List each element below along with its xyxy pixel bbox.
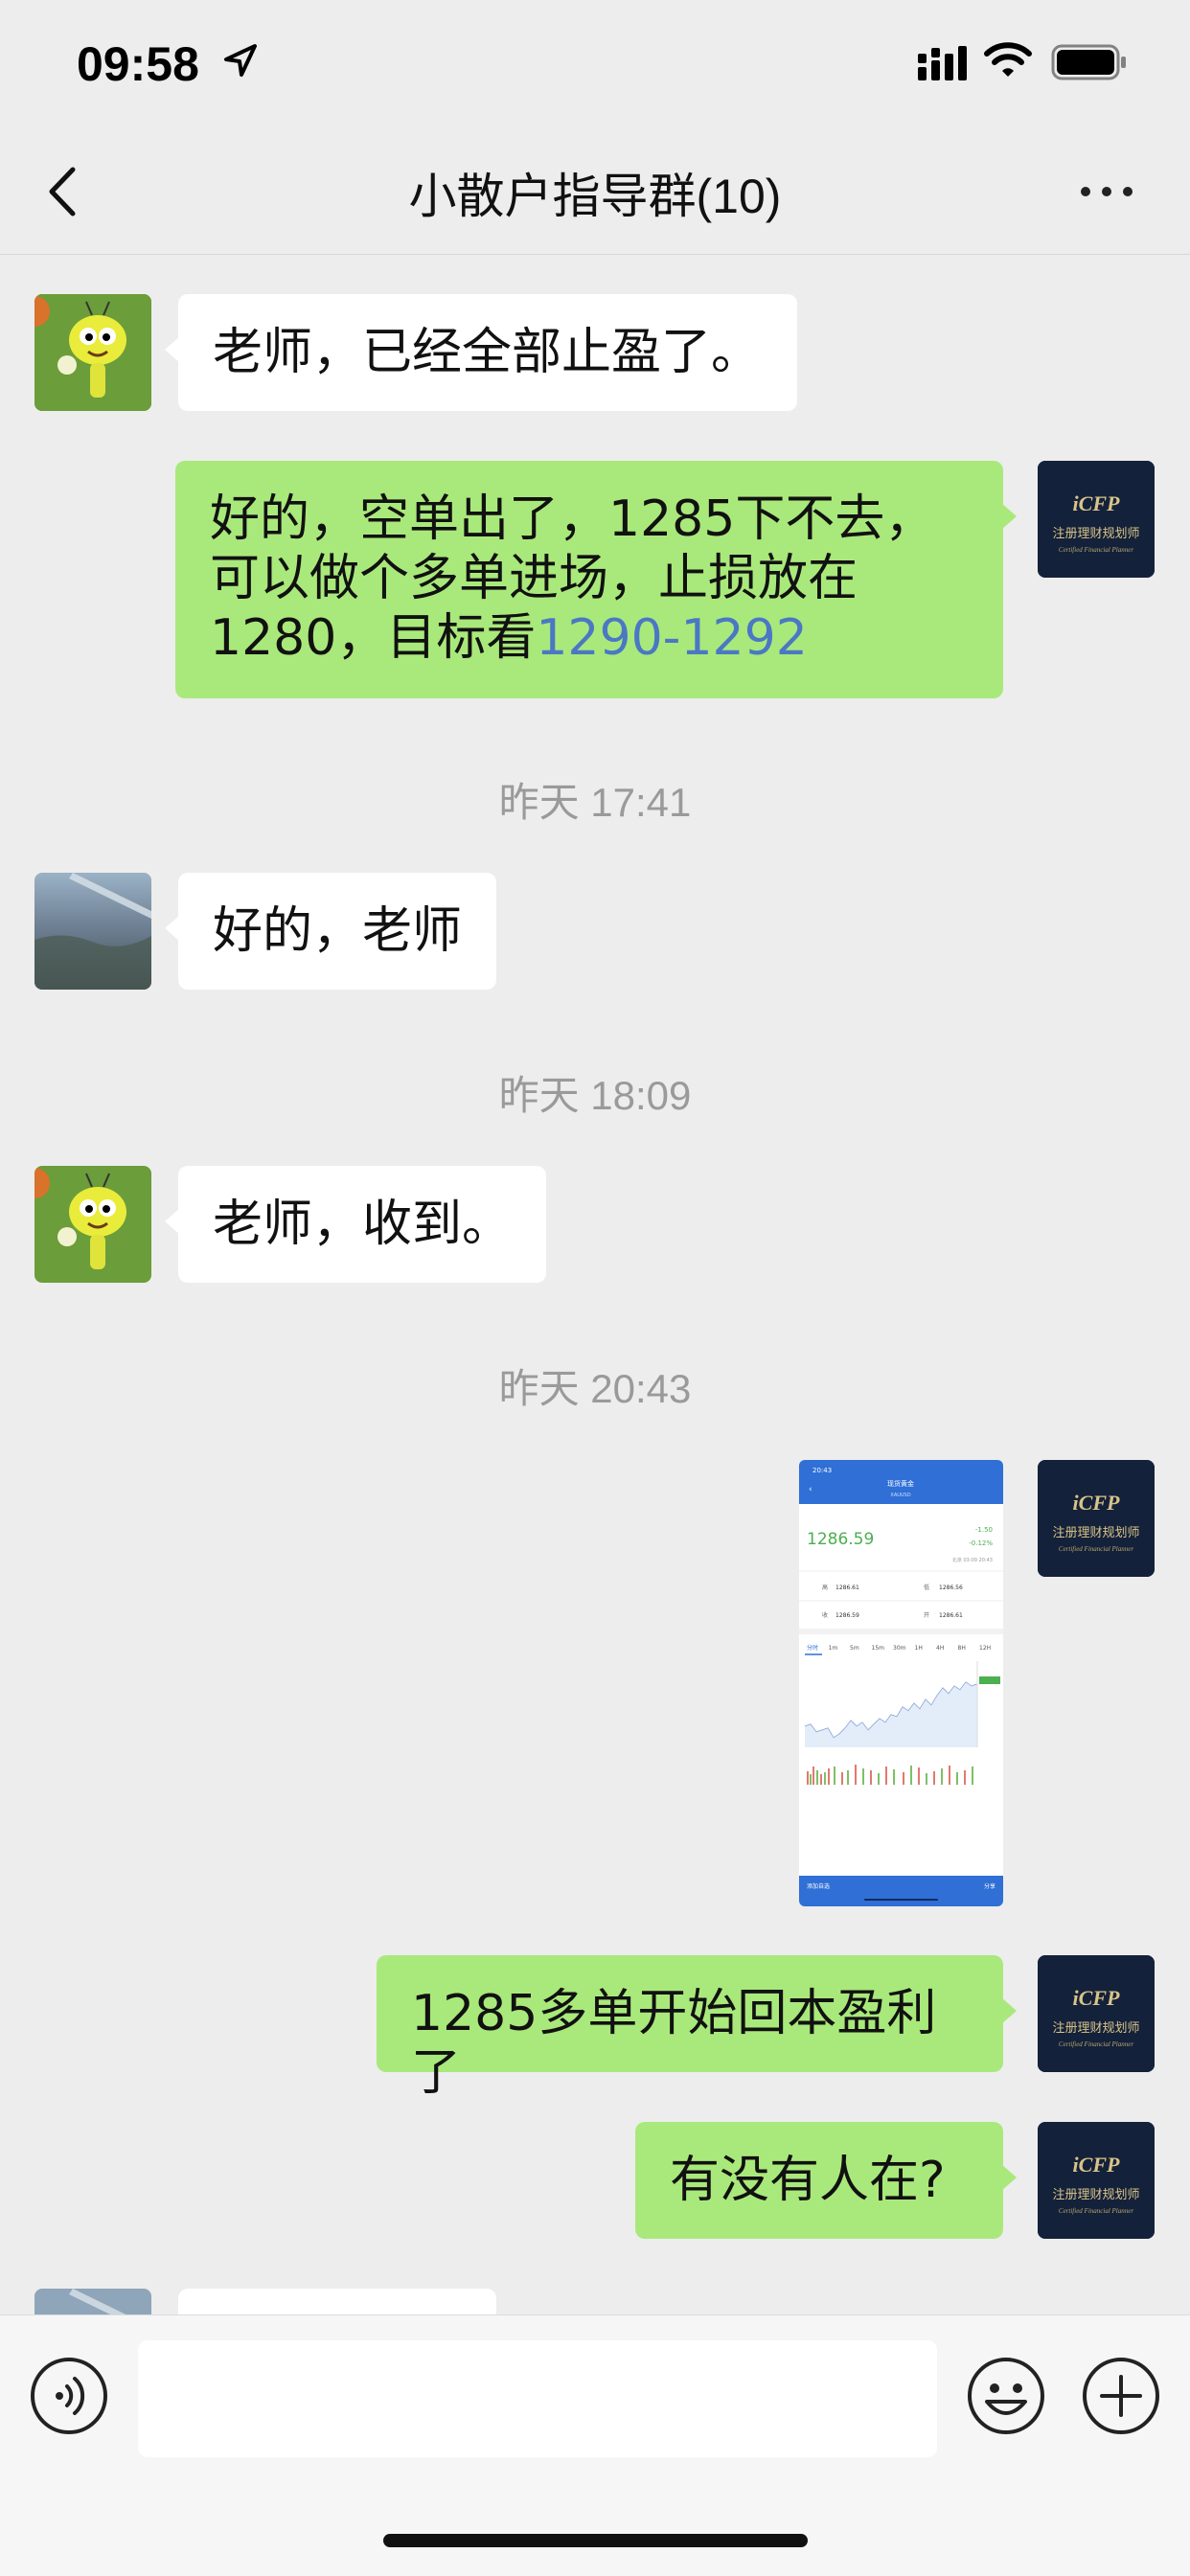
battery-icon [1051,44,1126,80]
more-options-icon[interactable] [1073,168,1140,216]
aerial-landscape-avatar-icon [34,873,151,990]
message-text: 老师，已经全部止盈了。 [213,324,762,381]
message-bubble-outgoing[interactable]: 1285多单开始回本盈利了 [377,1955,1017,2102]
icfp-line1: 注册理财规划师 [1052,2021,1139,2036]
input-toolbar [0,2314,1190,2576]
message-bubble-outgoing[interactable]: 有没有人在? [635,2122,1017,2239]
shot-tab: 1H [915,1645,923,1652]
avatar-aerial-photo[interactable] [34,2289,151,2314]
add-more-icon[interactable] [1081,2356,1161,2436]
avatar-icfp[interactable]: iCFP 注册理财规划师 Certified Financial Planner [1038,2122,1155,2239]
shot-tab: 15m [872,1645,885,1652]
avatar-aerial-photo[interactable] [34,873,151,990]
shot-tab: 分时 [807,1644,818,1652]
icfp-line1: 注册理财规划师 [1052,527,1139,541]
shot-tab: 12H [979,1645,991,1652]
icfp-badge-icon: iCFP 注册理财规划师 Certified Financial Planner [1038,2122,1155,2239]
shared-screenshot-image[interactable]: 20:43 现货黄金 XAUUSD ‹ 1286.59 -1.50 -0.12%… [799,1460,1003,1906]
shot-tab: 4H [936,1645,944,1652]
wifi-icon [984,42,1032,77]
shot-tab: 30m [893,1645,906,1652]
timestamp: 昨天 18:09 [498,1073,692,1118]
icfp-badge-icon: iCFP 注册理财规划师 Certified Financial Planner [1038,461,1155,578]
icfp-line2: Certified Financial Planner [1059,546,1133,554]
shot-high: 1286.61 [835,1584,859,1591]
shot-pct: -0.12% [969,1539,993,1547]
cartoon-bee-avatar-icon [34,294,151,411]
shot-low: 1286.56 [939,1584,963,1591]
shot-title: 现货黄金 [887,1479,914,1488]
shot-open: 1286.61 [939,1612,963,1619]
shot-low-label: 低 [924,1584,929,1591]
message-list[interactable]: 老师，已经全部止盈了。 好的，空单出了，1285下不去，可以做个多单进场，止损放… [0,255,1190,2314]
icfp-line1: 注册理财规划师 [1052,2188,1139,2202]
shot-tab: 5m [850,1645,859,1652]
home-indicator[interactable] [383,2534,808,2547]
shot-footer-right: 分享 [984,1882,995,1890]
trading-app-screenshot: 20:43 现货黄金 XAUUSD ‹ 1286.59 -1.50 -0.12%… [799,1460,1003,1906]
shot-open-label: 开 [924,1612,929,1619]
shot-change: -1.50 [975,1526,993,1534]
cellular-signal-icon [918,46,967,80]
location-arrow-icon [224,44,257,77]
icfp-logo-text: iCFP [1073,2153,1120,2177]
message-input[interactable] [138,2340,937,2457]
message-bubble-incoming[interactable]: 好的，老师 [165,873,496,990]
icfp-badge-icon: iCFP 注册理财规划师 Certified Financial Planner [1038,1460,1155,1577]
shot-symbol: XAUUSD [890,1493,910,1498]
shot-date: 北京 03-09 20:43 [952,1557,993,1563]
avatar-cartoon-bee[interactable] [34,1166,151,1283]
avatar-icfp[interactable]: iCFP 注册理财规划师 Certified Financial Planner [1038,1460,1155,1577]
chat-header: 小散户指导群(10) [0,129,1190,255]
avatar-icfp[interactable]: iCFP 注册理财规划师 Certified Financial Planner [1038,1955,1155,2072]
avatar-cartoon-bee[interactable] [34,294,151,411]
status-bar: 09:58 [0,0,1190,129]
shot-high-label: 高 [822,1584,828,1591]
aerial-landscape-avatar-icon [34,2289,151,2314]
icfp-line2: Certified Financial Planner [1059,2040,1133,2048]
message-link[interactable]: 1290-1292 [536,609,807,667]
shot-price: 1286.59 [807,1530,874,1549]
status-time: 09:58 [77,37,199,91]
message-bubble-outgoing[interactable]: 好的，空单出了，1285下不去，可以做个多单进场，止损放在1280，目标看129… [175,461,1017,698]
shot-time: 20:43 [812,1467,832,1474]
icfp-line2: Certified Financial Planner [1059,1545,1133,1553]
avatar-icfp[interactable]: iCFP 注册理财规划师 Certified Financial Planner [1038,461,1155,578]
chat-title: 小散户指导群(10) [408,170,782,223]
message-text: 有没有人在? [670,2152,946,2209]
shot-tab: 1m [829,1645,838,1652]
emoji-icon[interactable] [966,2356,1046,2436]
message-bubble-incoming[interactable]: 老师，已经全部止盈了。 [165,294,797,411]
icfp-badge-icon: iCFP 注册理财规划师 Certified Financial Planner [1038,1955,1155,2072]
icfp-logo-text: iCFP [1073,491,1120,515]
timestamp: 昨天 20:43 [498,1366,692,1411]
icfp-line1: 注册理财规划师 [1052,1526,1139,1540]
shot-prev-label: 收 [822,1611,828,1619]
shot-prev: 1286.59 [835,1612,859,1619]
cartoon-bee-avatar-icon [34,1166,151,1283]
shot-timeframe-tabs: 分时 1m 5m 15m 30m 1H 4H 8H 12H [807,1644,991,1652]
voice-input-icon[interactable] [29,2356,109,2436]
message-text: 老师，收到。 [213,1196,513,1253]
message-bubble-incoming-partial[interactable] [178,2289,496,2314]
shot-footer-left: 添加自选 [807,1882,830,1890]
icfp-logo-text: iCFP [1073,1986,1120,2010]
message-text: 1285多单开始回本盈利了 [411,1985,937,2102]
svg-text:‹: ‹ [809,1485,812,1494]
shot-tab: 8H [958,1645,966,1652]
message-text: 好的，老师 [213,902,463,960]
icfp-line2: Certified Financial Planner [1059,2207,1133,2215]
timestamp: 昨天 17:41 [498,780,692,825]
message-bubble-incoming[interactable]: 老师，收到。 [165,1166,546,1283]
icfp-logo-text: iCFP [1073,1491,1120,1515]
